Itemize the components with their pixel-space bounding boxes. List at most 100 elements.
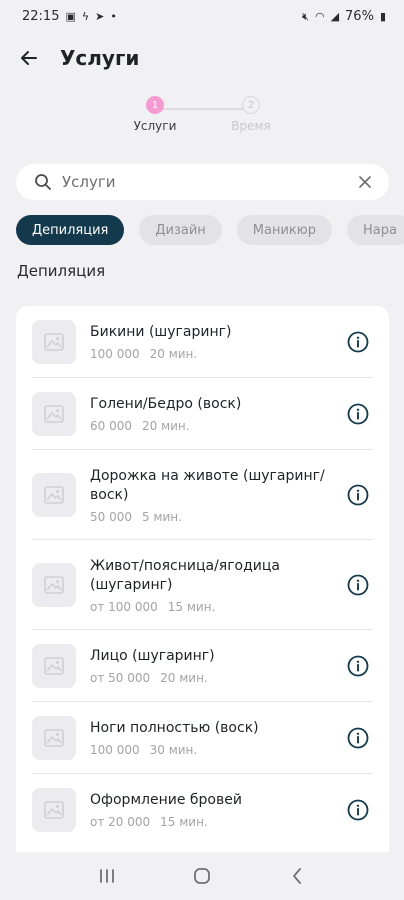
service-info: Голени/Бедро (воск) 60 000 20 мин. (90, 395, 347, 433)
recent-apps-button[interactable] (87, 856, 127, 896)
service-info: Дорожка на животе (шугаринг/ воск) 50 00… (90, 467, 347, 524)
service-thumbnail (32, 392, 76, 436)
stepper: 1 Услуги 2 Время (120, 96, 290, 140)
more-notifications-icon: • (110, 9, 117, 23)
service-thumbnail (32, 716, 76, 760)
service-thumbnail (32, 563, 76, 607)
service-title: Дорожка на животе (шугаринг/ воск) (90, 467, 325, 503)
battery-icon: ▮ (379, 9, 386, 23)
image-placeholder-icon (44, 333, 64, 351)
info-icon (347, 484, 369, 506)
service-thumbnail (32, 788, 76, 832)
status-right: 🔇︎ ◠ ◢ 76% ▮ (302, 9, 386, 24)
system-back-button[interactable] (277, 856, 317, 896)
service-info: Живот/поясница/ягодица (шугаринг) от 100… (90, 557, 347, 614)
mute-icon: 🔇︎ (302, 9, 309, 23)
service-info: Оформление бровей от 20 000 15 мин. (90, 791, 347, 829)
system-nav-bar (0, 852, 404, 900)
close-icon (359, 176, 371, 188)
info-icon (347, 655, 369, 677)
service-price: 60 000 (90, 419, 132, 433)
info-button[interactable] (347, 799, 369, 821)
chip-extensions[interactable]: Нара (346, 215, 404, 245)
back-button[interactable] (14, 43, 44, 73)
service-info: Бикини (шугаринг) 100 000 20 мин. (90, 323, 347, 361)
service-price: от 50 000 (90, 671, 151, 685)
service-price: 100 000 (90, 347, 140, 361)
image-placeholder-icon (44, 729, 64, 747)
recent-apps-icon (100, 869, 115, 883)
service-duration: 30 мин. (149, 743, 198, 757)
gallery-notification-icon: ▣ (65, 9, 76, 23)
service-row[interactable]: Оформление бровей от 20 000 15 мин. (16, 774, 389, 846)
service-row[interactable]: Живот/поясница/ягодица (шугаринг) от 100… (16, 540, 389, 630)
info-icon (347, 799, 369, 821)
chip-design[interactable]: Дизайн (139, 215, 222, 245)
info-button[interactable] (347, 574, 369, 596)
battery-percent: 76% (345, 8, 374, 24)
clear-search-button[interactable] (355, 172, 375, 192)
service-meta: 100 000 20 мин. (90, 347, 339, 361)
service-title: Бикини (шугаринг) (90, 324, 232, 340)
service-title: Живот/поясница/ягодица (шугаринг) (90, 557, 281, 593)
info-button[interactable] (347, 484, 369, 506)
service-price: от 100 000 (90, 599, 158, 614)
service-row[interactable]: Дорожка на животе (шугаринг/ воск) 50 00… (16, 450, 389, 540)
home-icon (194, 868, 210, 884)
top-bar: Услуги (0, 38, 404, 78)
step-time[interactable]: 2 Время (216, 96, 286, 133)
arrow-left-icon (21, 51, 37, 65)
search-bar (16, 164, 389, 200)
service-title: Ноги полностью (воск) (90, 720, 259, 736)
info-button[interactable] (347, 727, 369, 749)
service-title: Лицо (шугаринг) (90, 648, 215, 664)
service-meta: 60 000 20 мин. (90, 419, 339, 433)
services-list: Бикини (шугаринг) 100 000 20 мин. Голени… (16, 306, 389, 866)
service-meta: 50 000 5 мин. (90, 510, 339, 524)
service-thumbnail (32, 644, 76, 688)
service-row[interactable]: Голени/Бедро (воск) 60 000 20 мин. (16, 378, 389, 450)
info-icon (347, 727, 369, 749)
search-icon (35, 174, 51, 190)
service-duration: 20 мин. (160, 671, 208, 685)
info-button[interactable] (347, 331, 369, 353)
section-title: Депиляция (17, 262, 106, 280)
image-placeholder-icon (44, 576, 64, 594)
image-placeholder-icon (44, 657, 64, 675)
search-input[interactable] (62, 173, 355, 191)
step-number: 1 (146, 96, 164, 114)
service-info: Ноги полностью (воск) 100 000 30 мин. (90, 719, 347, 757)
service-thumbnail (32, 320, 76, 364)
image-placeholder-icon (44, 405, 64, 423)
service-row[interactable]: Лицо (шугаринг) от 50 000 20 мин. (16, 630, 389, 702)
signal-icon: ◢ (330, 9, 340, 23)
service-price: 50 000 (90, 509, 132, 524)
step-label: Время (231, 119, 271, 133)
service-row[interactable]: Ноги полностью (воск) 100 000 30 мин. (16, 702, 389, 774)
chevron-left-icon (292, 868, 301, 884)
step-services[interactable]: 1 Услуги (120, 96, 190, 133)
service-duration: 5 мин. (142, 509, 182, 524)
service-duration: 20 мин. (142, 419, 190, 433)
service-meta: от 20 000 15 мин. (90, 815, 339, 829)
service-duration: 15 мин. (160, 815, 208, 829)
image-placeholder-icon (44, 486, 64, 504)
chip-manicure[interactable]: Маникюр (236, 215, 332, 245)
service-thumbnail (32, 473, 76, 517)
info-button[interactable] (347, 655, 369, 677)
step-number: 2 (242, 96, 260, 114)
service-price: 100 000 (90, 743, 140, 757)
service-price: от 20 000 (90, 815, 151, 829)
status-time: 22:15 (22, 8, 60, 24)
info-icon (347, 403, 369, 425)
home-button[interactable] (182, 856, 222, 896)
telegram-notification-icon: ➤ (95, 9, 105, 23)
step-label: Услуги (133, 119, 177, 133)
service-row[interactable]: Бикини (шугаринг) 100 000 20 мин. (16, 306, 389, 378)
wifi-icon: ◠ (314, 9, 325, 23)
chip-depilation[interactable]: Депиляция (16, 215, 125, 245)
info-button[interactable] (347, 403, 369, 425)
service-meta: 100 000 30 мин. (90, 743, 339, 757)
bolt-notification-icon: ϟ (81, 9, 90, 23)
service-duration: 15 мин. (167, 599, 216, 614)
